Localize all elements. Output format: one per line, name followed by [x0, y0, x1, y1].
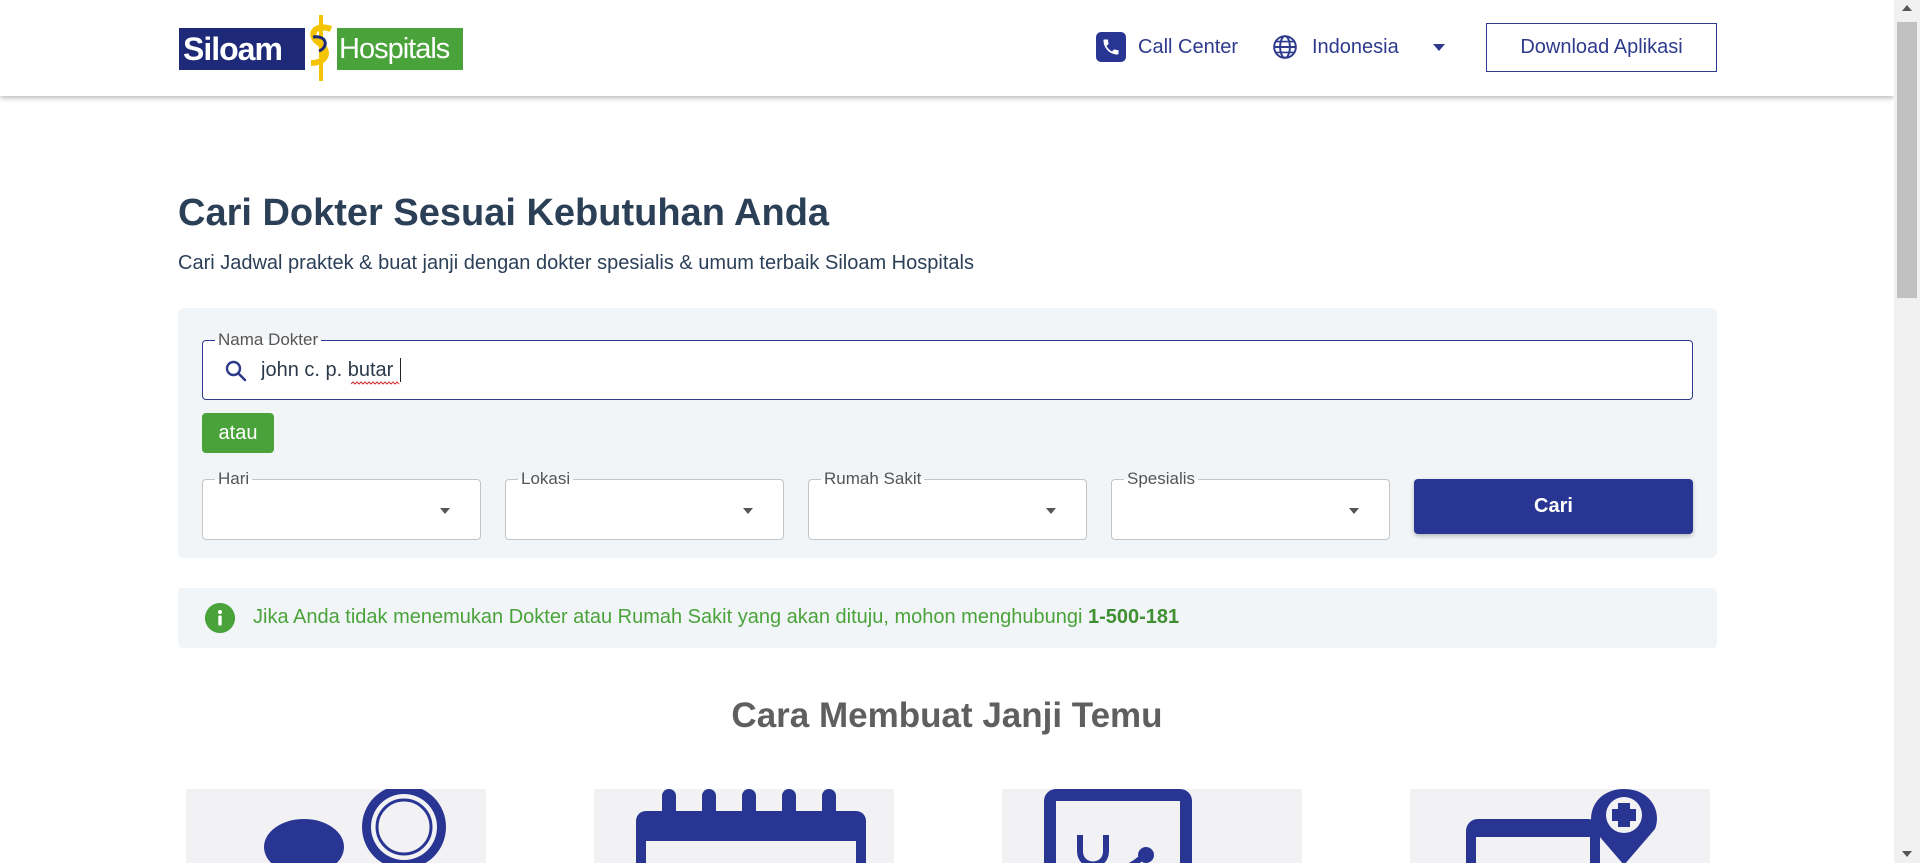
language-selector[interactable]: Indonesia	[1272, 34, 1445, 60]
info-banner: Jika Anda tidak menemukan Dokter atau Ru…	[178, 588, 1717, 648]
call-center-label: Call Center	[1138, 35, 1239, 58]
dropdown-arrow-icon	[1349, 508, 1359, 514]
steps-section-title: Cara Membuat Janji Temu	[731, 696, 1163, 735]
text-cursor	[400, 358, 401, 382]
phone-icon	[1096, 32, 1126, 62]
step-card-2	[594, 789, 894, 863]
info-message-text: Jika Anda tidak menemukan Dokter atau Ru…	[253, 606, 1088, 628]
day-select-label: Hari	[215, 468, 253, 490]
page-subtitle: Cari Jadwal praktek & buat janji dengan …	[178, 252, 974, 274]
language-label: Indonesia	[1312, 35, 1399, 58]
step-card-1	[186, 789, 486, 863]
spellcheck-underline	[351, 381, 400, 385]
dropdown-arrow-icon	[1046, 508, 1056, 514]
scroll-down-arrow-icon[interactable]	[1902, 851, 1912, 857]
dropdown-arrow-icon	[440, 508, 450, 514]
location-select[interactable]: Lokasi	[505, 468, 784, 540]
logo-text-siloam: Siloam	[183, 31, 283, 67]
doctor-name-input[interactable]	[261, 355, 1561, 385]
siloam-logo[interactable]: Siloam Hospitals	[179, 13, 463, 83]
download-app-button[interactable]: Download Aplikasi	[1486, 23, 1717, 72]
doctor-name-field[interactable]: Nama Dokter	[202, 329, 1693, 400]
logo-mark-icon	[310, 15, 333, 81]
hospital-select[interactable]: Rumah Sakit	[808, 468, 1087, 540]
calendar-icon	[636, 789, 866, 863]
or-badge: atau	[202, 413, 274, 453]
search-button[interactable]: Cari	[1414, 479, 1693, 534]
page-scrollbar[interactable]	[1894, 0, 1920, 863]
search-icon	[225, 360, 247, 382]
stethoscope-clipboard-icon	[1044, 789, 1192, 863]
specialist-select[interactable]: Spesialis	[1111, 468, 1390, 540]
info-message: Jika Anda tidak menemukan Dokter atau Ru…	[253, 606, 1179, 629]
logo-text-hospitals: Hospitals	[339, 33, 450, 65]
hospital-select-label: Rumah Sakit	[821, 468, 925, 490]
specialist-select-label: Spesialis	[1124, 468, 1199, 490]
step-card-4	[1410, 789, 1710, 863]
site-header: Siloam Hospitals Call Center Indonesia D…	[0, 0, 1894, 96]
location-select-label: Lokasi	[518, 468, 574, 490]
dropdown-arrow-icon	[743, 508, 753, 514]
info-icon	[205, 603, 235, 633]
globe-icon	[1273, 35, 1297, 59]
doctor-name-label: Nama Dokter	[215, 329, 322, 351]
day-select[interactable]: Hari	[202, 468, 481, 540]
scroll-up-arrow-icon[interactable]	[1902, 5, 1912, 11]
hospital-location-icon	[1466, 789, 1657, 863]
scrollbar-thumb[interactable]	[1897, 22, 1917, 298]
info-phone-number[interactable]: 1-500-181	[1088, 606, 1179, 628]
page-title: Cari Dokter Sesuai Kebutuhan Anda	[178, 192, 830, 234]
call-center-link[interactable]: Call Center	[1096, 32, 1238, 62]
step-card-3	[1002, 789, 1302, 863]
chevron-down-icon	[1432, 43, 1445, 51]
search-doctor-icon	[264, 789, 446, 863]
